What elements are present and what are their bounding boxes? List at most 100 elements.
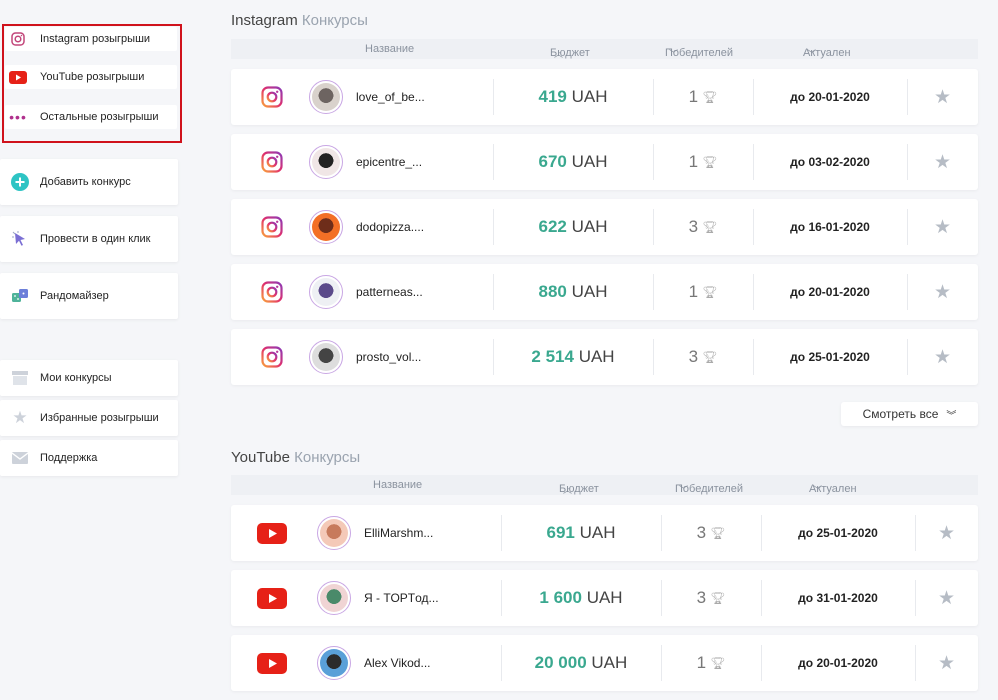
sidebar-item-youtube[interactable]: YouTube розыгрыши	[5, 65, 177, 89]
col-name[interactable]: Название	[365, 43, 414, 55]
sort-up-icon: ︿	[554, 49, 564, 59]
sidebar-item-label: Поддержка	[40, 452, 98, 464]
table-row[interactable]: love_of_be... 419 UAH 1 🏆︎ до 20-01-2020 …	[231, 69, 978, 125]
row-date: до 20-01-2020	[790, 285, 870, 299]
winners-count: 1	[688, 152, 699, 171]
archive-icon	[0, 371, 40, 385]
sidebar-item-label: Остальные розыгрыши	[40, 111, 159, 123]
youtube-icon	[5, 70, 31, 84]
budget-currency: UAH	[586, 588, 623, 607]
favorite-star-icon[interactable]: ★	[907, 329, 978, 385]
row-name[interactable]: Я - TOPTод...	[364, 570, 439, 626]
sidebar-item-label: Избранные розыгрыши	[40, 412, 159, 424]
double-chevron-down-icon: ︾	[946, 410, 957, 422]
budget-amount: 880	[538, 282, 567, 301]
budget-amount: 670	[538, 152, 567, 171]
table-header-instagram: Название Бюджет ︿ Победителей ﹀ Актуален ﹀	[231, 39, 978, 59]
budget-currency: UAH	[591, 653, 628, 672]
row-budget: 20 000 UAH	[501, 635, 661, 691]
sidebar-item-my-contests[interactable]: Мои конкурсы	[0, 360, 178, 396]
row-budget: 880 UAH	[493, 264, 653, 320]
chevron-down-icon: ﹀	[679, 485, 689, 495]
sidebar-item-add-contest[interactable]: Добавить конкурс	[0, 159, 178, 205]
row-name[interactable]: Alex Vikod...	[364, 635, 430, 691]
row-name[interactable]: dodopizza....	[356, 199, 424, 255]
winners-count: 1	[696, 653, 707, 672]
row-winners: 3 🏆︎	[653, 199, 753, 255]
row-budget: 2 514 UAH	[493, 329, 653, 385]
table-row[interactable]: epicentre_... 670 UAH 1 🏆︎ до 03-02-2020 …	[231, 134, 978, 190]
star-icon: ★	[12, 408, 28, 427]
favorite-star-icon[interactable]: ★	[907, 134, 978, 190]
table-row[interactable]: prosto_vol... 2 514 UAH 3 🏆︎ до 25-01-202…	[231, 329, 978, 385]
table-row[interactable]: Alex Vikod... 20 000 UAH 1 🏆︎ до 20-01-20…	[231, 635, 978, 691]
row-name[interactable]: love_of_be...	[356, 69, 425, 125]
col-name[interactable]: Название	[373, 479, 422, 491]
sidebar-item-label: Instagram розыгрыши	[40, 33, 151, 45]
instagram-icon	[5, 32, 31, 46]
sidebar-item-other[interactable]: ••• Остальные розыгрыши	[5, 105, 177, 129]
trophy-icon: 🏆︎	[702, 220, 718, 234]
favorite-star-icon[interactable]: ★	[907, 69, 978, 125]
dots-icon: •••	[9, 109, 27, 125]
row-budget: 622 UAH	[493, 199, 653, 255]
sidebar-item-one-click[interactable]: Провести в один клик	[0, 216, 178, 262]
table-row[interactable]: dodopizza.... 622 UAH 3 🏆︎ до 16-01-2020 …	[231, 199, 978, 255]
favorite-star-icon[interactable]: ★	[907, 264, 978, 320]
favorite-star-icon[interactable]: ★	[915, 505, 978, 561]
row-name[interactable]: prosto_vol...	[356, 329, 421, 385]
sidebar-item-label: Мои конкурсы	[40, 372, 112, 384]
row-winners: 1 🏆︎	[653, 264, 753, 320]
budget-amount: 1 600	[539, 588, 582, 607]
section-title-main: YouTube	[231, 449, 290, 466]
see-all-label: Смотреть все	[862, 407, 939, 421]
avatar	[317, 635, 351, 691]
row-name[interactable]: epicentre_...	[356, 134, 422, 190]
instagram-icon	[257, 69, 287, 125]
budget-currency: UAH	[571, 87, 608, 106]
instagram-icon	[257, 264, 287, 320]
trophy-icon: 🏆︎	[702, 350, 718, 364]
row-date: до 03-02-2020	[790, 155, 870, 169]
table-row[interactable]: ElliMarshm... 691 UAH 3 🏆︎ до 25-01-2020 …	[231, 505, 978, 561]
budget-currency: UAH	[571, 217, 608, 236]
avatar	[309, 329, 343, 385]
sidebar-item-support[interactable]: Поддержка	[0, 440, 178, 476]
budget-amount: 2 514	[531, 347, 574, 366]
budget-amount: 691	[546, 523, 575, 542]
row-name[interactable]: ElliMarshm...	[364, 505, 433, 561]
avatar	[309, 264, 343, 320]
sidebar-item-instagram[interactable]: Instagram розыгрыши	[5, 27, 177, 51]
row-budget: 691 UAH	[501, 505, 661, 561]
trophy-icon: 🏆︎	[702, 90, 718, 104]
chevron-down-icon: ﹀	[669, 49, 679, 59]
youtube-icon	[257, 570, 287, 626]
row-name[interactable]: patterneas...	[356, 264, 423, 320]
budget-amount: 622	[538, 217, 567, 236]
budget-currency: UAH	[571, 282, 608, 301]
table-row[interactable]: patterneas... 880 UAH 1 🏆︎ до 20-01-2020 …	[231, 264, 978, 320]
chevron-down-icon: ﹀	[813, 485, 823, 495]
plus-circle-icon	[0, 173, 40, 191]
trophy-icon: 🏆︎	[702, 155, 718, 169]
see-all-button[interactable]: Смотреть все ︾	[841, 402, 978, 426]
table-row[interactable]: Я - TOPTод... 1 600 UAH 3 🏆︎ до 31-01-202…	[231, 570, 978, 626]
favorite-star-icon[interactable]: ★	[907, 199, 978, 255]
sidebar-item-favorites[interactable]: ★ Избранные розыгрыши	[0, 400, 178, 436]
row-winners: 1 🏆︎	[661, 635, 761, 691]
favorite-star-icon[interactable]: ★	[915, 635, 978, 691]
budget-amount: 419	[538, 87, 567, 106]
avatar	[317, 505, 351, 561]
row-budget: 670 UAH	[493, 134, 653, 190]
winners-count: 1	[688, 282, 699, 301]
trophy-icon: 🏆︎	[710, 656, 726, 670]
row-winners: 3 🏆︎	[653, 329, 753, 385]
row-date: до 31-01-2020	[798, 591, 878, 605]
section-title-youtube: YouTube Конкурсы	[231, 449, 360, 466]
mail-icon	[0, 452, 40, 464]
budget-currency: UAH	[571, 152, 608, 171]
sort-up-icon: ︿	[563, 485, 573, 495]
favorite-star-icon[interactable]: ★	[915, 570, 978, 626]
row-date: до 16-01-2020	[790, 220, 870, 234]
sidebar-item-randomizer[interactable]: Рандомайзер	[0, 273, 178, 319]
